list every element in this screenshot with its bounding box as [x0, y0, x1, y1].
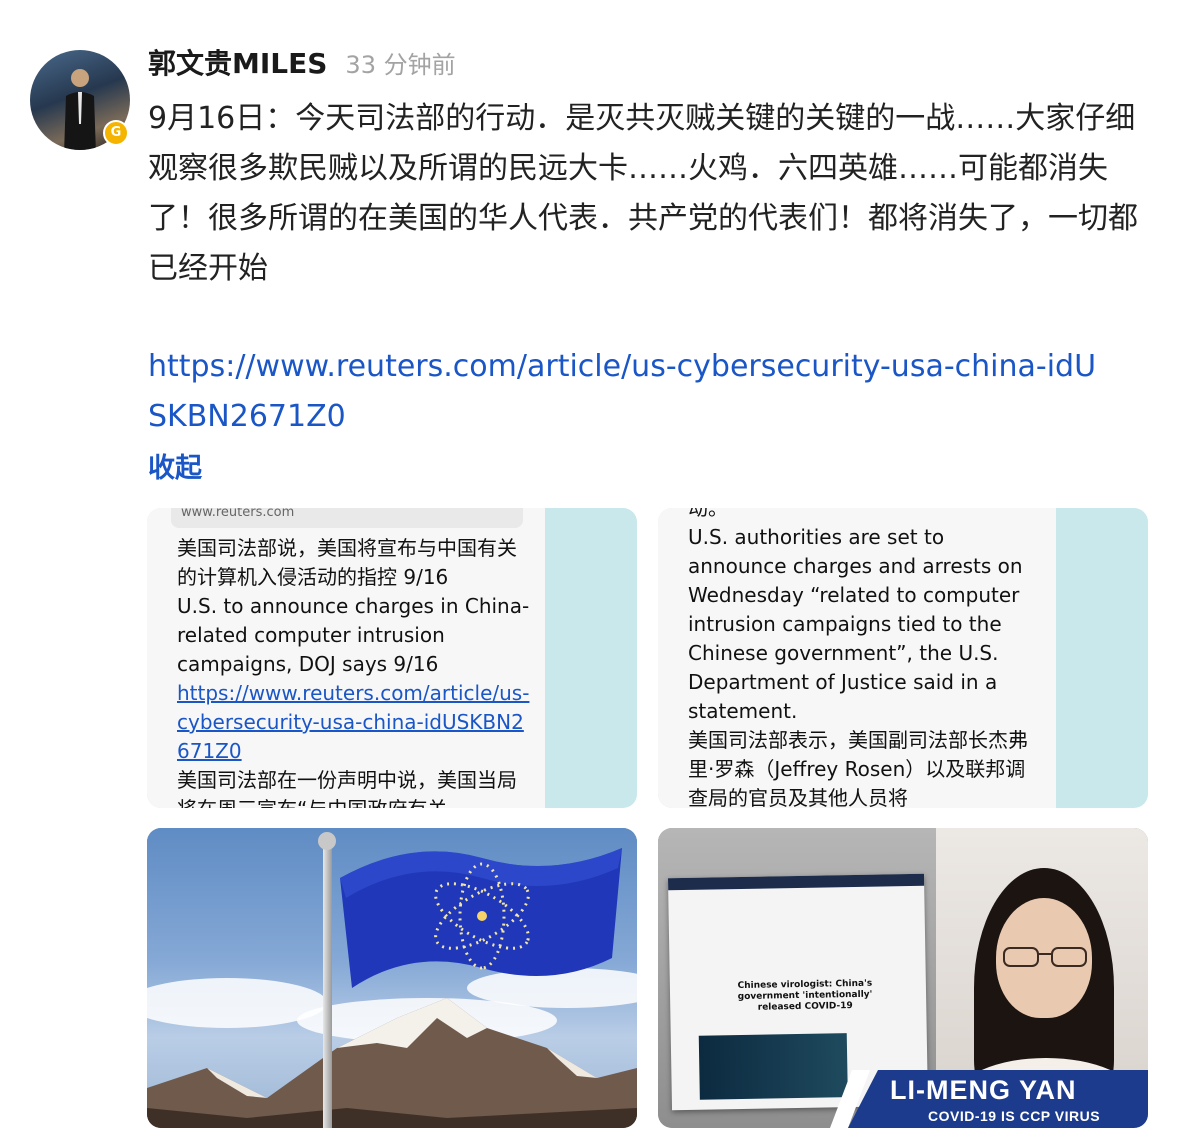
screenshot-link: https://www.reuters.com/article/us-cyber… [177, 681, 530, 763]
screenshot-paragraph-en: U.S. authorities are set to announce cha… [688, 525, 1023, 723]
screenshot-top-cut: 动。 [688, 508, 728, 520]
glasses-icon [1003, 947, 1087, 967]
screenshot-reuters-2: 动。 U.S. authorities are set to announce … [658, 508, 1056, 808]
image-tile-3[interactable] [147, 828, 637, 1128]
screenshot-line-after: 美国司法部在一份声明中说，美国当局将在周三宣布“与中国政府有关 [177, 768, 517, 808]
image-tile-1[interactable]: www.reuters.com 美国司法部说，美国将宣布与中国有关的计算机入侵活… [147, 508, 637, 808]
author-name[interactable]: 郭文贵MILES [148, 42, 327, 82]
screenshot-reuters-1: www.reuters.com 美国司法部说，美国将宣布与中国有关的计算机入侵活… [147, 508, 545, 808]
post-body-text: 9月16日：今天司法部的行动．是灭共灭贼关键的关键的一战……大家仔细观察很多欺民… [148, 101, 1138, 286]
banner-title: LI-MENG YAN [890, 1075, 1077, 1105]
banner-subtitle: COVID-19 IS CCP VIRUS [928, 1108, 1101, 1124]
avatar-person-figure [64, 69, 96, 150]
collapse-button[interactable]: 收起 [148, 446, 202, 485]
post-header: 郭文贵MILES 33 分钟前 [148, 42, 456, 82]
screenshot-line-en: U.S. to announce charges in China-relate… [177, 594, 530, 676]
post-timestamp: 33 分钟前 [345, 51, 456, 79]
screenshot-paragraph-zh: 美国司法部表示，美国副司法部长杰弗里·罗森（Jeffrey Rosen）以及联邦… [688, 728, 1028, 808]
image-tile-4[interactable]: Chinese virologist: China's government '… [658, 828, 1148, 1128]
screenshot-line-zh: 美国司法部说，美国将宣布与中国有关的计算机入侵活动的指控 9/16 [177, 536, 517, 589]
newspaper-headline: Chinese virologist: China's government '… [737, 978, 873, 1013]
post-link[interactable]: https://www.reuters.com/article/us-cyber… [148, 342, 1108, 442]
flag-icon [340, 848, 622, 988]
newspaper-video-thumb [698, 1033, 848, 1100]
url-bar: www.reuters.com [171, 508, 523, 528]
flag-pole [323, 838, 332, 1128]
verified-badge-icon: G [103, 120, 129, 146]
image-tile-2[interactable]: 动。 U.S. authorities are set to announce … [658, 508, 1148, 808]
